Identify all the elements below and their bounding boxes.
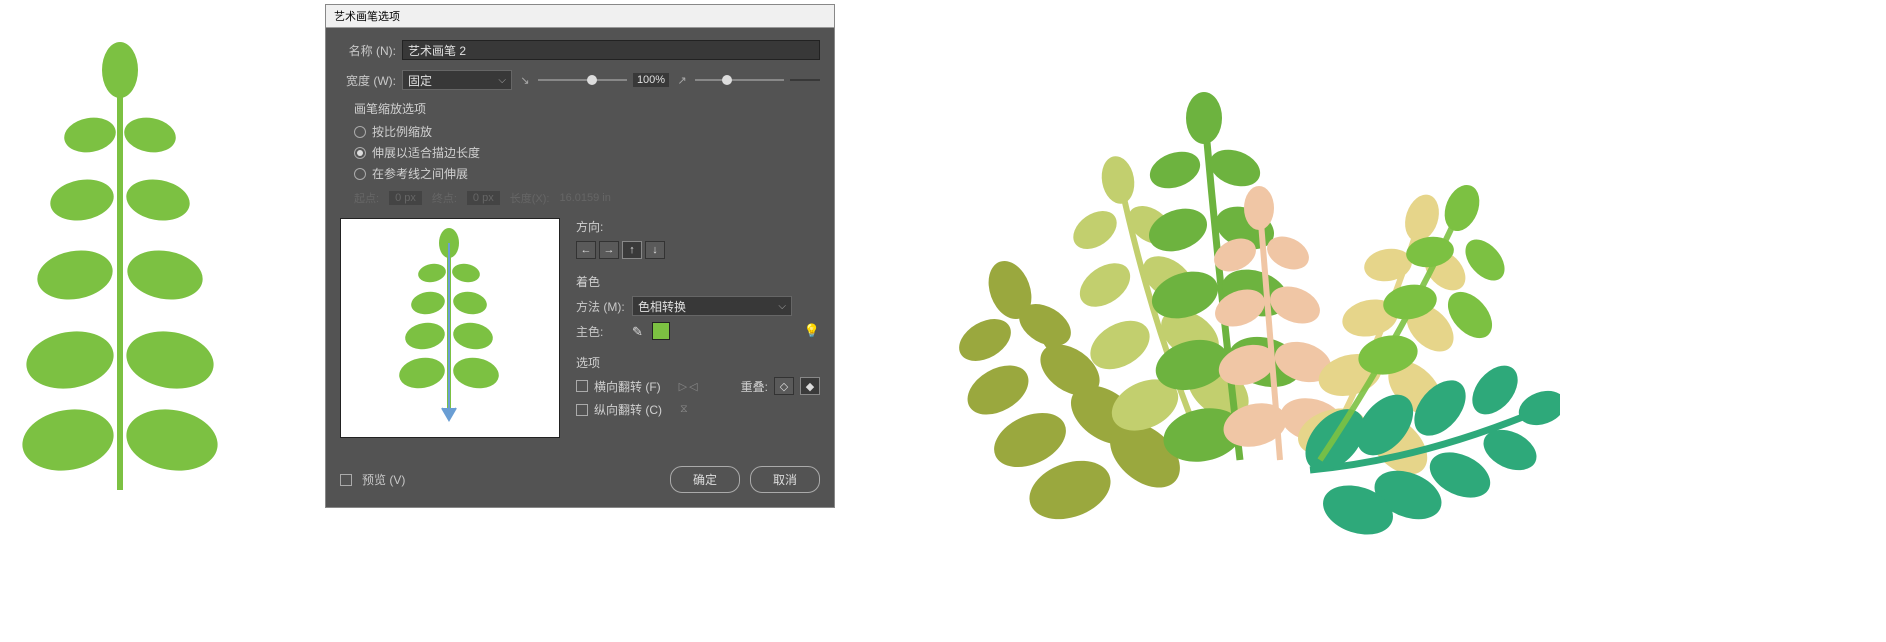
preview-checkbox[interactable] <box>340 474 352 486</box>
scale-section-title: 画笔缩放选项 <box>354 100 820 117</box>
flip-v-label: 纵向翻转 (C) <box>594 401 662 418</box>
ok-button[interactable]: 确定 <box>670 466 740 493</box>
name-input[interactable] <box>402 40 820 60</box>
options-label: 选项 <box>576 354 820 371</box>
overlap-option-a-button[interactable]: ◇ <box>774 377 794 395</box>
radio-between-guides[interactable]: 在参考线之间伸展 <box>354 165 820 182</box>
flip-h-label: 横向翻转 (F) <box>594 378 661 395</box>
width-percent-2 <box>790 79 820 81</box>
width-mode-dropdown[interactable]: 固定 ⌵ <box>402 70 512 90</box>
guides-disabled-row: 起点: 0 px 终点: 0 px 长度(X): 16.0159 in <box>354 190 820 206</box>
direction-up-button[interactable]: ↑ <box>622 241 642 259</box>
width-label: 宽度 (W): <box>340 72 396 89</box>
arrow-in-left-icon: ↘ <box>518 73 532 87</box>
left-plant-illustration <box>20 40 220 490</box>
overlap-label: 重叠: <box>741 378 768 395</box>
flip-h-checkbox[interactable] <box>576 380 588 392</box>
radio-icon <box>354 126 366 138</box>
arrow-out-right-icon: ↗ <box>675 73 689 87</box>
coloring-label: 着色 <box>576 273 820 290</box>
chevron-down-icon: ⌵ <box>498 75 506 86</box>
radio-proportional[interactable]: 按比例缩放 <box>354 123 820 140</box>
chevron-down-icon: ⌵ <box>778 301 786 312</box>
flip-v-checkbox[interactable] <box>576 404 588 416</box>
cancel-button[interactable]: 取消 <box>750 466 820 493</box>
direction-down-button[interactable]: ↓ <box>645 241 665 259</box>
eyedropper-icon[interactable]: ✎ <box>632 324 646 338</box>
flip-v-icon: ⧖ <box>680 403 690 416</box>
width-slider-2[interactable] <box>695 79 784 81</box>
method-dropdown[interactable]: 色相转换 ⌵ <box>632 296 792 316</box>
width-mode-value: 固定 <box>408 72 432 89</box>
brush-preview <box>340 218 560 438</box>
direction-left-button[interactable]: ← <box>576 241 596 259</box>
direction-label: 方向: <box>576 218 820 235</box>
right-artwork-illustration <box>920 40 1560 560</box>
radio-stretch[interactable]: 伸展以适合描边长度 <box>354 144 820 161</box>
radio-icon <box>354 168 366 180</box>
key-color-label: 主色: <box>576 323 626 340</box>
radio-icon <box>354 147 366 159</box>
name-label: 名称 (N): <box>340 42 396 59</box>
flip-h-icon: ▷◁ <box>679 380 700 393</box>
tips-icon[interactable]: 💡 <box>804 323 820 339</box>
key-color-swatch[interactable] <box>652 322 670 340</box>
width-slider-1[interactable] <box>538 79 627 81</box>
overlap-option-b-button[interactable]: ◆ <box>800 377 820 395</box>
preview-label: 预览 (V) <box>362 471 405 488</box>
direction-right-button[interactable]: → <box>599 241 619 259</box>
width-percent: 100% <box>633 73 669 87</box>
method-label: 方法 (M): <box>576 298 626 315</box>
dialog-title: 艺术画笔选项 <box>326 5 834 28</box>
art-brush-options-dialog: 艺术画笔选项 名称 (N): 宽度 (W): 固定 ⌵ ↘ 100% ↗ 画笔缩… <box>325 4 835 508</box>
